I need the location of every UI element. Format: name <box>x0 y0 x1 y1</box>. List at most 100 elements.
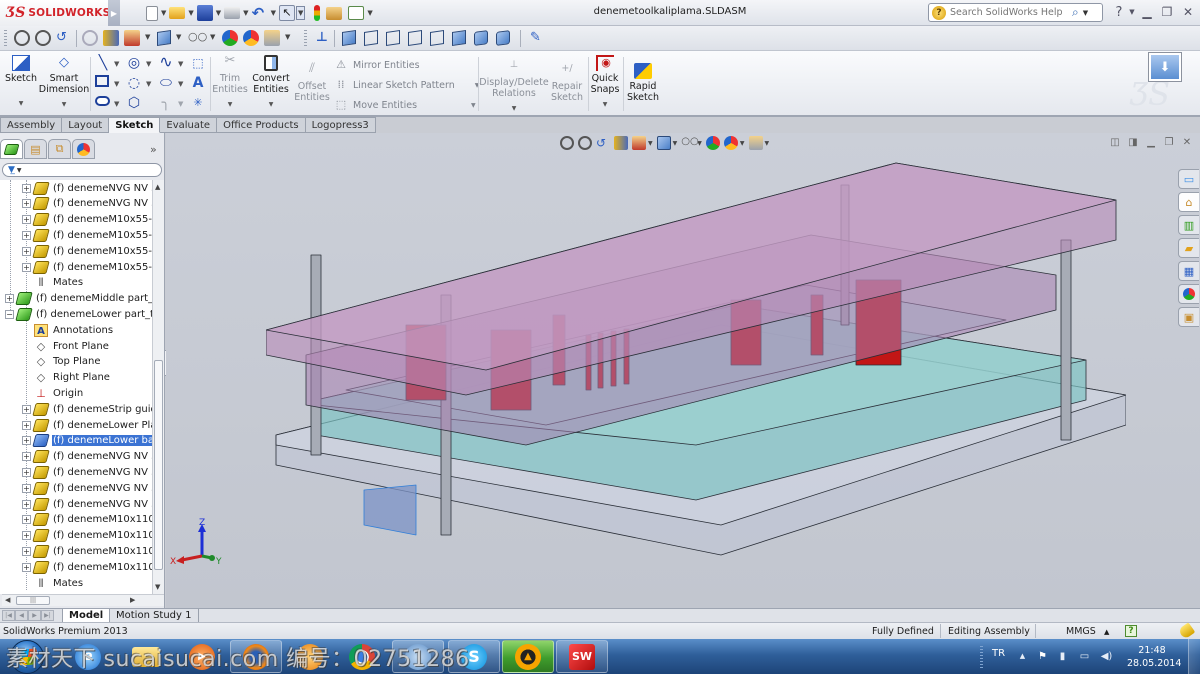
arc-icon[interactable]: ◌ <box>126 75 142 91</box>
tab-evaluate[interactable]: Evaluate <box>160 117 218 133</box>
sketch-dropdown[interactable]: ▼ <box>19 98 24 109</box>
new-dropdown[interactable]: ▼ <box>161 9 166 17</box>
convert-entities-button[interactable]: Convert Entities ▼ <box>250 55 292 110</box>
expand-icon[interactable]: + <box>22 452 31 462</box>
fillet-dropdown[interactable]: ▼ <box>178 100 183 108</box>
quick-snaps-button[interactable]: ◉ Quick Snaps ▼ <box>590 55 620 110</box>
display-style-icon[interactable] <box>157 30 171 46</box>
section-view-icon[interactable] <box>103 30 119 46</box>
text-icon[interactable]: A <box>190 75 206 91</box>
arc-dropdown[interactable]: ▼ <box>146 80 151 88</box>
previous-tab-arrow[interactable]: ◀ <box>15 610 28 621</box>
close-button[interactable]: ✕ <box>1179 4 1197 20</box>
print-icon[interactable] <box>224 7 241 19</box>
language-indicator[interactable]: TR <box>992 648 1005 659</box>
tree-item[interactable]: A Annotations <box>22 322 114 338</box>
toolbar-grip[interactable] <box>4 30 7 47</box>
first-tab-arrow[interactable]: |◀ <box>2 610 15 621</box>
restore-button[interactable]: ❐ <box>1158 4 1176 20</box>
expand-icon[interactable]: + <box>22 483 31 493</box>
rapid-sketch-button[interactable]: Rapid Sketch <box>626 63 660 103</box>
help-search-box[interactable]: ? ⌕ ▼ <box>928 3 1103 22</box>
appearances-tab[interactable] <box>1178 284 1199 304</box>
tree-item[interactable]: + (f) denemeLower Plat <box>22 417 152 433</box>
relations-dropdown[interactable]: ▼ <box>512 103 517 114</box>
tab-sketch[interactable]: Sketch <box>109 117 161 133</box>
tree-item[interactable]: + (f) denemeNVG NV 3 <box>22 464 152 480</box>
configuration-manager-tab[interactable]: ⧉ <box>48 139 71 159</box>
slot-dropdown[interactable]: ▼ <box>114 100 119 108</box>
tree-item[interactable]: + (f) denemeMiddle part_to <box>5 291 152 307</box>
power-icon[interactable]: ▮ <box>1056 650 1069 663</box>
tree-vertical-scrollbar[interactable]: ▲ ▼ <box>152 180 164 594</box>
expand-icon[interactable]: + <box>22 215 31 225</box>
tab-logopress3[interactable]: Logopress3 <box>305 117 376 133</box>
tree-item[interactable]: ⫴ Mates <box>22 275 84 291</box>
tree-item[interactable]: ⫴ Mates <box>22 575 84 591</box>
solidworks-resources-tab[interactable]: ▭ <box>1178 169 1199 189</box>
taskbar-aimp[interactable]: ▲ <box>502 640 554 673</box>
tab-model[interactable]: Model <box>62 609 111 623</box>
menu-expand-button[interactable]: ▶ <box>108 0 120 26</box>
spline-icon[interactable]: ∿ <box>158 54 174 70</box>
tree-item[interactable]: + (f) denemeM10x110-! <box>22 512 152 528</box>
zoom-to-fit-icon[interactable] <box>14 30 30 46</box>
tree-item[interactable]: + (f) denemeM10x110-! <box>22 543 152 559</box>
scroll-thumb[interactable]: ||| <box>16 596 50 605</box>
edit-appearance-icon[interactable] <box>222 30 238 46</box>
slot-icon[interactable] <box>95 96 110 106</box>
trimetric-icon[interactable] <box>364 30 378 46</box>
hidden-lines-visible-icon[interactable] <box>452 30 466 46</box>
collapse-icon[interactable]: − <box>5 309 14 319</box>
save-dropdown[interactable]: ▼ <box>216 9 221 17</box>
repair-sketch-button[interactable]: +∕ Repair Sketch <box>550 63 584 103</box>
scroll-up-arrow[interactable]: ▲ <box>155 183 160 191</box>
tab-motion-study[interactable]: Motion Study 1 <box>109 609 199 623</box>
shaded-icon[interactable] <box>496 30 510 46</box>
scroll-thumb[interactable] <box>154 360 163 570</box>
wireframe-icon[interactable] <box>430 30 444 46</box>
expand-icon[interactable]: + <box>22 515 31 525</box>
rebuild-icon[interactable] <box>314 5 321 21</box>
die-assembly-model[interactable] <box>266 145 1126 565</box>
expand-icon[interactable]: + <box>22 436 31 446</box>
options-icon[interactable] <box>348 6 365 20</box>
expand-icon[interactable]: + <box>22 531 31 541</box>
hide-show-dropdown[interactable]: ▼ <box>210 33 215 41</box>
volume-icon[interactable]: ◀) <box>1100 650 1113 663</box>
design-library-tab[interactable]: ▥ <box>1178 215 1199 235</box>
units-arrow[interactable]: ▲ <box>1104 628 1109 636</box>
action-center-flag-icon[interactable]: ⚑ <box>1036 650 1049 663</box>
tree-item[interactable]: + (f) denemeM10x55-SI <box>22 227 152 243</box>
circle-dropdown[interactable]: ▼ <box>146 60 151 68</box>
tree-item[interactable]: + (f) denemeNVG NV 3 <box>22 480 152 496</box>
tree-item[interactable]: + (f) denemeM10x55-SI <box>22 212 152 228</box>
display-manager-tab[interactable] <box>72 139 95 159</box>
expand-icon[interactable]: + <box>22 499 31 509</box>
tree-item[interactable]: + (f) denemeLower bas <box>22 433 152 449</box>
curvature-icon[interactable]: ✎ <box>530 30 546 46</box>
new-document-icon[interactable] <box>146 5 158 21</box>
tree-item[interactable]: + (f) denemeNVG NV 3 <box>22 496 152 512</box>
viewport-restore-button[interactable]: ❐ <box>1162 136 1176 149</box>
tab-assembly[interactable]: Assembly <box>0 117 63 133</box>
trim-dropdown[interactable]: ▼ <box>228 99 233 110</box>
network-icon[interactable]: ▭ <box>1078 650 1091 663</box>
tab-office-products[interactable]: Office Products <box>217 117 306 133</box>
print-dropdown[interactable]: ▼ <box>243 9 248 17</box>
property-manager-tab[interactable]: ▤ <box>24 139 47 159</box>
smart-dimension-button[interactable]: ◇ Smart Dimension ▼ <box>39 55 90 110</box>
save-icon[interactable] <box>196 5 213 21</box>
tree-item[interactable]: + (f) denemeM10x55-SI <box>22 243 152 259</box>
linear-sketch-pattern-button[interactable]: ⁞⁞ Linear Sketch Pattern ▼ <box>334 78 480 92</box>
tree-item[interactable]: − (f) denemeLower part_to <box>5 306 152 322</box>
circle-icon[interactable]: ◎ <box>126 55 142 71</box>
expand-icon[interactable]: + <box>22 230 31 240</box>
expand-icon[interactable]: + <box>22 562 31 572</box>
fillet-icon[interactable]: ╮ <box>158 95 174 111</box>
view-settings-dropdown[interactable]: ▼ <box>285 33 290 41</box>
toolbar-grip[interactable] <box>304 30 307 47</box>
help-search-input[interactable] <box>950 7 1070 18</box>
display-delete-relations-button[interactable]: ⊥ Display/Delete Relations ▼ <box>479 59 548 114</box>
trim-entities-button[interactable]: ✂ Trim Entities ▼ <box>212 54 248 110</box>
